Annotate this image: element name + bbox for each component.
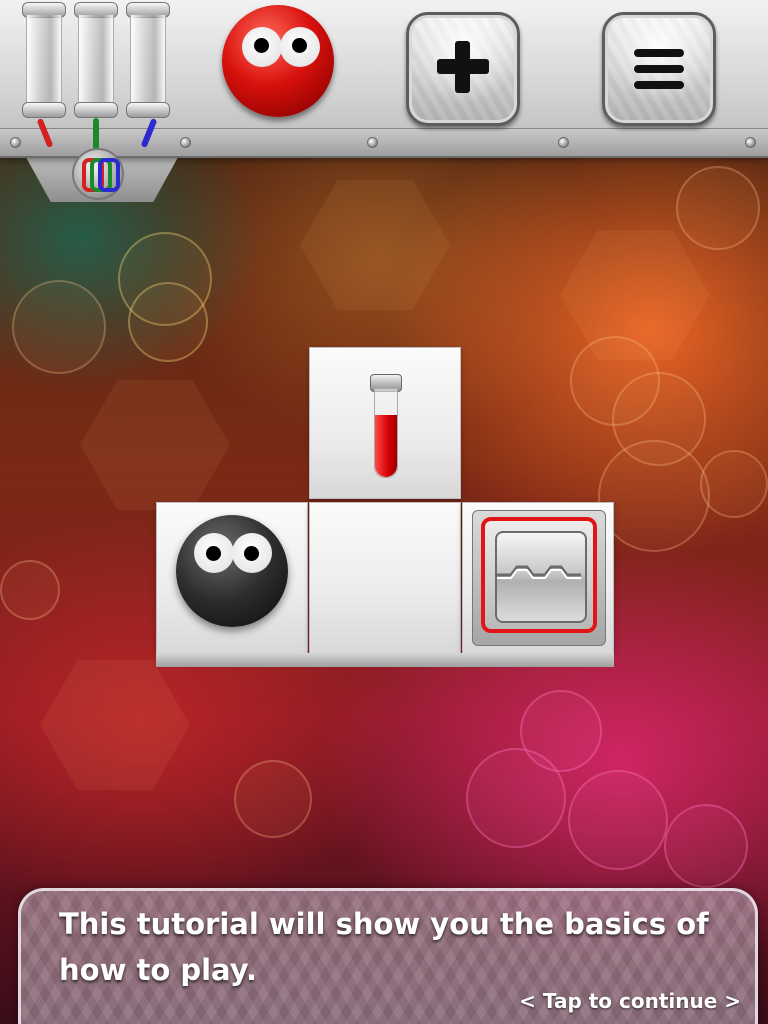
- background-hexagon: [80, 380, 230, 510]
- tube-cap-bottom: [22, 102, 66, 118]
- background-bokeh: [598, 440, 710, 552]
- screw-icon: [745, 137, 756, 148]
- board-tile-empty[interactable]: [309, 502, 461, 654]
- add-button[interactable]: [406, 12, 520, 126]
- wire-loop-blue: [98, 158, 120, 192]
- background-bokeh: [700, 450, 768, 518]
- green-wire: [93, 118, 99, 150]
- screw-icon: [367, 137, 378, 148]
- tube-cap-bottom: [74, 102, 118, 118]
- top-toolbar: [0, 0, 768, 158]
- menu-icon-line: [634, 81, 684, 89]
- exit-gate-door: [495, 531, 587, 623]
- background-bokeh: [676, 166, 760, 250]
- blob-pupil: [244, 546, 259, 561]
- blob-eye-left: [194, 533, 234, 573]
- blob-eye-right: [280, 27, 320, 67]
- background-bokeh: [664, 804, 748, 888]
- blob-pupil: [206, 546, 221, 561]
- screw-icon: [180, 137, 191, 148]
- blob-pupil: [292, 38, 307, 53]
- background-bokeh: [12, 280, 106, 374]
- plus-icon-vertical: [455, 41, 470, 93]
- tube-glass: [26, 14, 62, 108]
- test-tube-icon: [370, 374, 402, 478]
- exit-gate[interactable]: [472, 510, 606, 646]
- background-bokeh: [0, 560, 60, 620]
- tube-cap-bottom: [126, 102, 170, 118]
- collection-tube: [74, 2, 118, 120]
- background-hexagon: [300, 180, 450, 310]
- background-bokeh: [234, 760, 312, 838]
- menu-icon-line: [634, 49, 684, 57]
- background-bokeh: [128, 282, 208, 362]
- background-bokeh: [568, 770, 668, 870]
- red-blob-character: [222, 5, 334, 117]
- menu-button[interactable]: [602, 12, 716, 126]
- blob-eye-left: [242, 27, 282, 67]
- menu-icon-line: [634, 65, 684, 73]
- screw-icon: [10, 137, 21, 148]
- background-hexagon: [40, 660, 190, 790]
- collection-tube: [126, 2, 170, 120]
- tutorial-dialog[interactable]: This tutorial will show you the basics o…: [18, 888, 758, 1024]
- blob-eye-right: [232, 533, 272, 573]
- gate-teeth-icon: [497, 565, 581, 579]
- collection-tubes: [8, 2, 183, 120]
- tutorial-message: This tutorial will show you the basics o…: [59, 907, 709, 987]
- test-tube-glass: [374, 388, 398, 478]
- wire-knot-icon: [72, 148, 124, 200]
- tube-glass: [130, 14, 166, 108]
- screw-icon: [558, 137, 569, 148]
- board-edge: [156, 653, 614, 667]
- exit-gate-frame: [481, 517, 597, 633]
- tube-glass: [78, 14, 114, 108]
- test-tube-fluid: [375, 415, 397, 477]
- tap-to-continue-link[interactable]: < Tap to continue >: [519, 989, 741, 1013]
- collection-tube: [22, 2, 66, 120]
- black-blob-character[interactable]: [176, 515, 288, 627]
- blob-pupil: [254, 38, 269, 53]
- background-bokeh: [466, 748, 566, 848]
- game-stage[interactable]: This tutorial will show you the basics o…: [0, 0, 768, 1024]
